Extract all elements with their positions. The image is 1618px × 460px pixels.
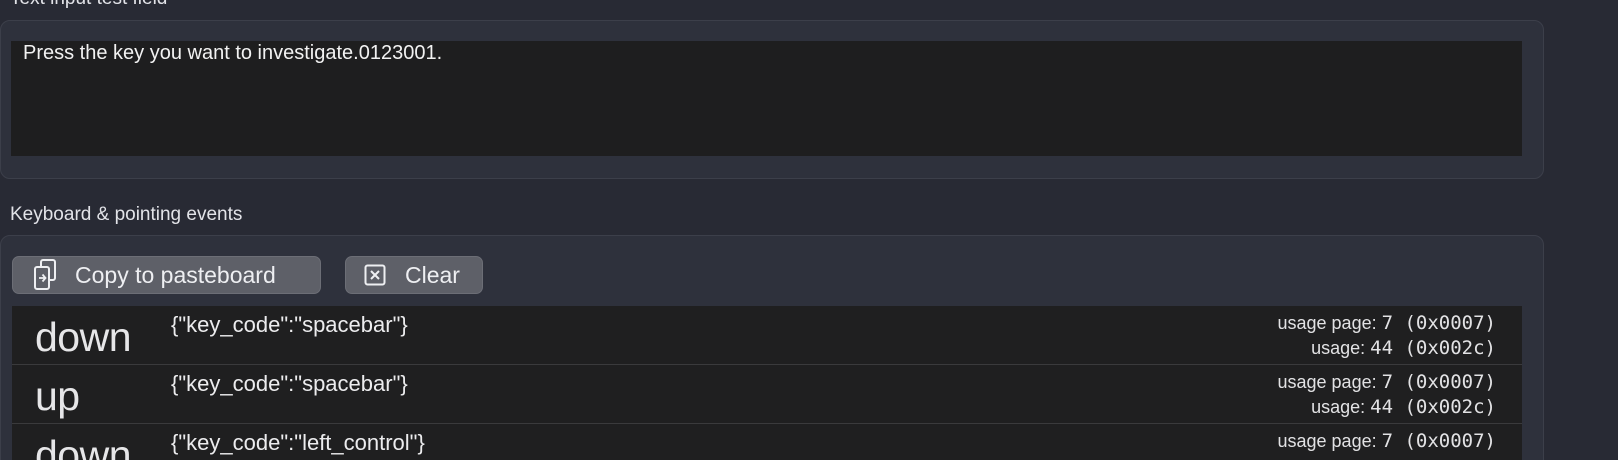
event-row[interactable]: down {"key_code":"spacebar"} usage page:… xyxy=(12,306,1522,365)
copy-icon xyxy=(30,259,62,291)
usage-page-label: usage page: xyxy=(1277,313,1377,333)
usage-page-value: 7 (0x0007) xyxy=(1381,430,1496,452)
usage-value: 44 (0x002c) xyxy=(1370,396,1496,418)
event-list[interactable]: down {"key_code":"spacebar"} usage page:… xyxy=(12,306,1522,460)
event-json: {"key_code":"spacebar"} xyxy=(171,371,408,396)
usage-page-value: 7 (0x0007) xyxy=(1381,371,1496,393)
usage-label: usage: xyxy=(1311,397,1366,417)
event-type: up xyxy=(35,373,80,419)
events-section-title: Keyboard & pointing events xyxy=(10,204,243,225)
event-json: {"key_code":"left_control"} xyxy=(171,430,425,455)
clear-button[interactable]: Clear xyxy=(345,256,483,294)
event-usage: usage page: 7 (0x0007) xyxy=(1278,429,1497,454)
event-type: down xyxy=(35,432,132,460)
usage-page-label: usage page: xyxy=(1277,372,1377,392)
event-json: {"key_code":"spacebar"} xyxy=(171,312,408,337)
copy-to-pasteboard-button[interactable]: Copy to pasteboard xyxy=(12,256,321,294)
event-usage: usage page: 7 (0x0007) usage: 44 (0x002c… xyxy=(1278,311,1497,361)
event-type: down xyxy=(35,314,132,360)
events-group: Copy to pasteboard Clear down {"key_code… xyxy=(0,235,1544,460)
usage-page-value: 7 (0x0007) xyxy=(1381,312,1496,334)
event-viewer-window: Text input test field Press the key you … xyxy=(0,0,1618,460)
clear-button-label: Clear xyxy=(405,261,460,288)
event-row[interactable]: up {"key_code":"spacebar"} usage page: 7… xyxy=(12,365,1522,424)
text-input-group: Press the key you want to investigate.01… xyxy=(0,20,1544,179)
clear-icon xyxy=(363,264,387,286)
usage-label: usage: xyxy=(1311,338,1366,358)
event-usage: usage page: 7 (0x0007) usage: 44 (0x002c… xyxy=(1278,370,1497,420)
usage-page-label: usage page: xyxy=(1277,431,1377,451)
text-input-value: Press the key you want to investigate.01… xyxy=(23,42,443,64)
event-row[interactable]: down {"key_code":"left_control"} usage p… xyxy=(12,424,1522,460)
usage-value: 44 (0x002c) xyxy=(1370,337,1496,359)
text-input-field[interactable]: Press the key you want to investigate.01… xyxy=(11,41,1522,156)
copy-button-label: Copy to pasteboard xyxy=(75,261,276,288)
text-input-section-title: Text input test field xyxy=(10,0,167,10)
